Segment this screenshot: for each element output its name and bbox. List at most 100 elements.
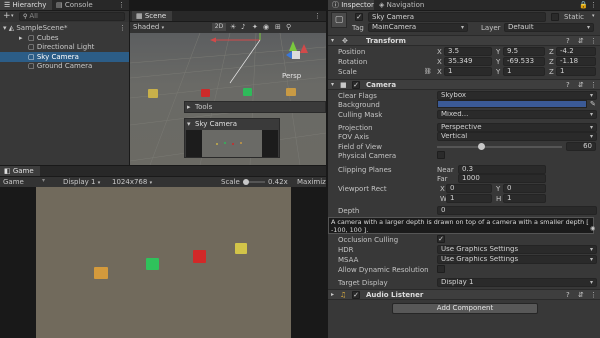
tab-menu-icon[interactable]: ⋮ [590,1,597,9]
cube-yellow[interactable] [148,89,158,98]
help-icon[interactable]: ? [566,37,570,45]
more-icon[interactable]: ⋮ [590,81,597,89]
game-render[interactable] [36,187,291,338]
help-icon[interactable]: ? [566,81,570,89]
viewport-y-field[interactable]: 0 [503,184,546,193]
shading-mode-dropdown[interactable]: Shaded ▾ [133,23,164,31]
static-checkbox[interactable] [551,13,559,21]
effects-icon[interactable]: ✦ [252,23,258,31]
more-icon[interactable]: ⋮ [590,291,597,299]
background-color-swatch[interactable] [437,100,587,108]
panel-splitter-vertical[interactable] [326,0,328,338]
audio-listener-enabled-checkbox[interactable]: ✓ [352,291,360,299]
viewport-w-field[interactable]: 1 [446,194,492,203]
gizmos-icon[interactable]: ⊞ [275,23,281,31]
toggle-2d-button[interactable]: 2D [212,23,226,31]
fov-slider-track[interactable] [437,143,562,150]
rotation-x-field[interactable]: 35.349 [444,57,492,66]
scale-x-field[interactable]: 1 [444,67,492,76]
layer-dropdown[interactable]: Default [504,23,594,32]
chevron-down-icon[interactable]: ▾ [592,12,595,20]
hierarchy-item-ground-camera[interactable]: ▢ Ground Camera [0,61,129,71]
transform-header[interactable]: ▾ ✥ Transform ? ⇵ ⋮ [328,35,600,46]
target-display-dropdown[interactable]: Display 1 [437,278,597,287]
add-icon[interactable]: + [3,12,11,21]
cube-orange[interactable] [286,88,296,96]
active-checkbox[interactable]: ✓ [355,13,363,21]
lighting-toggle-icon[interactable]: ☀ [230,23,236,31]
object-name-input[interactable]: Sky Camera [368,12,546,22]
scene-gizmo[interactable] [276,35,318,71]
near-field[interactable]: 0.3 [458,165,546,174]
eyedropper-icon[interactable]: ✎ [590,100,596,108]
scale-slider-handle[interactable] [243,179,249,185]
preset-icon[interactable]: ⇵ [578,291,584,299]
tab-scene[interactable]: ▦ Scene [132,11,172,21]
position-x-field[interactable]: 3.5 [444,47,492,56]
resolution-dropdown[interactable]: 1024x768 ▾ [112,178,152,186]
tab-inspector[interactable]: ⓘ Inspector [328,0,374,10]
hierarchy-item-directional-light[interactable]: ▢ Directional Light [0,42,129,52]
rotation-y-field[interactable]: -69.533 [503,57,545,66]
tab-menu-icon[interactable]: ⋮ [118,1,125,9]
lock-icon[interactable]: 🔒 [579,1,588,9]
hidden-objects-icon[interactable]: ◉ [263,23,269,31]
search-icon[interactable]: ⚲ [286,23,291,31]
camera-header[interactable]: ▾ ■ ✓ Camera ? ⇵ ⋮ [328,79,600,90]
cube-red[interactable] [201,89,210,97]
chevron-down-icon[interactable]: ▾ [11,12,14,20]
tab-navigation[interactable]: ◈ Navigation [375,0,435,10]
tag-dropdown[interactable]: MainCamera [368,23,468,32]
tools-overlay[interactable]: ▸ Tools [184,101,326,113]
occlusion-culling-checkbox[interactable]: ✓ [437,235,445,243]
gameobject-icon[interactable]: ▢ [331,12,347,28]
more-icon[interactable]: ⋮ [119,23,126,33]
position-z-field[interactable]: -4.2 [556,47,596,56]
dynamic-resolution-checkbox[interactable] [437,265,445,273]
fov-axis-dropdown[interactable]: Vertical [437,132,597,141]
preset-icon[interactable]: ⇵ [578,37,584,45]
audio-toggle-icon[interactable]: ♪ [241,23,245,31]
physical-camera-checkbox[interactable] [437,151,445,159]
cube-green[interactable] [243,88,252,96]
position-y-field[interactable]: 9.5 [503,47,545,56]
fov-field[interactable]: 60 [566,142,596,151]
tab-game[interactable]: ◧ Game [0,166,40,176]
camera-enabled-checkbox[interactable]: ✓ [352,81,360,89]
projection-dropdown[interactable]: Perspective [437,123,597,132]
display-dropdown[interactable]: Display 1 ▾ [63,178,100,186]
hierarchy-search-input[interactable]: ⚲ All [19,12,125,21]
viewport-h-field[interactable]: 1 [503,194,546,203]
scale-slider[interactable] [243,179,265,185]
scale-y-field[interactable]: 1 [503,67,545,76]
tab-hierarchy[interactable]: ☰ Hierarchy [0,0,52,10]
depth-field[interactable]: 0 [437,206,597,215]
more-icon[interactable]: ⋮ [590,37,597,45]
tab-console[interactable]: ▤ Console [52,0,98,10]
maximize-toggle[interactable]: Maximiz [297,178,326,186]
far-field[interactable]: 1000 [458,174,546,183]
viewport-x-field[interactable]: 0 [446,184,492,193]
hdr-dropdown[interactable]: Use Graphics Settings [437,245,597,254]
scene-root[interactable]: ▾ ◭ SampleScene* ⋮ [0,23,129,33]
constrain-proportions-icon[interactable]: ⛓ [424,68,432,76]
gizmo-z-cone-icon[interactable] [286,51,292,59]
audio-listener-header[interactable]: ▸ ♫ ✓ Audio Listener ? ⇵ ⋮ [328,289,600,300]
eye-icon[interactable]: ◉ [590,225,595,233]
perspective-label[interactable]: Persp [282,72,301,80]
rotation-z-field[interactable]: -1.18 [556,57,596,66]
clear-flags-dropdown[interactable]: Skybox [437,91,597,100]
foldout-arrow-icon[interactable]: ▾ [331,37,334,45]
culling-mask-dropdown[interactable]: Mixed... [437,110,597,119]
add-component-button[interactable]: Add Component [392,303,538,314]
tab-menu-icon[interactable]: ⋮ [314,12,321,20]
foldout-arrow-icon[interactable]: ▾ [331,81,334,89]
game-type-dropdown[interactable]: Game [3,178,24,186]
scene-viewport[interactable]: Persp ▸ Tools ▾ Sky Camera [130,33,326,165]
panel-splitter-hierarchy[interactable] [129,11,130,165]
help-icon[interactable]: ? [566,291,570,299]
gizmo-x-cone-icon[interactable] [300,44,308,53]
scale-z-field[interactable]: 1 [556,67,596,76]
foldout-arrow-icon[interactable]: ▸ [331,291,334,299]
msaa-dropdown[interactable]: Use Graphics Settings [437,255,597,264]
